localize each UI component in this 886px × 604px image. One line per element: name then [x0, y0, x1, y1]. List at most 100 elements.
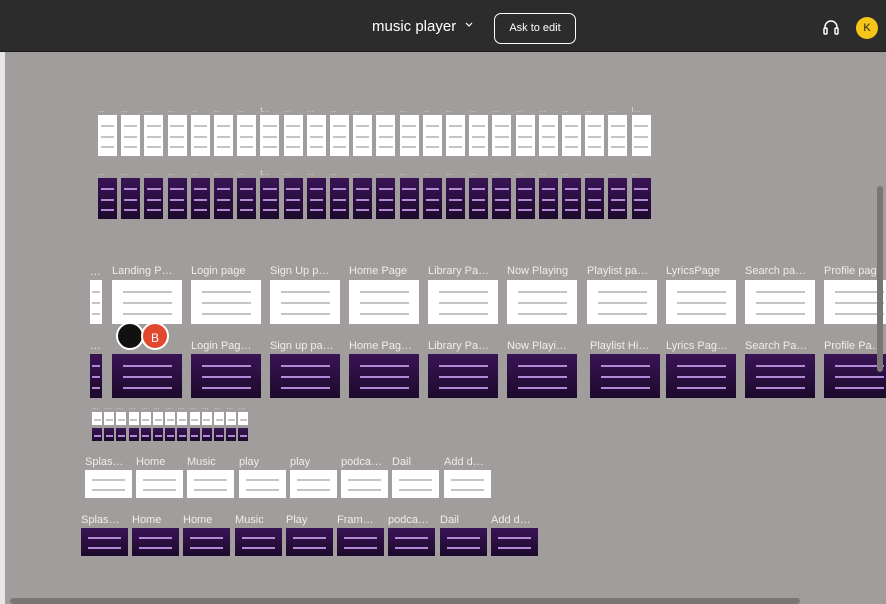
- frame-label[interactable]: …: [423, 170, 430, 177]
- small-grid-frame[interactable]: [140, 412, 151, 425]
- frame-label[interactable]: …: [469, 170, 476, 177]
- small-grid-frame[interactable]: [238, 412, 249, 425]
- frame-label[interactable]: Home: [132, 514, 161, 526]
- frame-label[interactable]: …: [168, 107, 175, 114]
- frame-label[interactable]: …: [516, 107, 523, 114]
- mobile-wireframe-frame[interactable]: [399, 115, 419, 156]
- desktop-dark-frame[interactable]: [349, 354, 419, 398]
- mobile-dark-frame[interactable]: [585, 178, 605, 219]
- frame-label[interactable]: …: [144, 107, 151, 114]
- frame-label[interactable]: …: [353, 107, 360, 114]
- frame-label[interactable]: …: [191, 170, 198, 177]
- frame-label[interactable]: …: [446, 107, 453, 114]
- mobile-wireframe-frame[interactable]: [515, 115, 535, 156]
- frame-label[interactable]: Sign up pa…: [270, 340, 334, 352]
- small-grid-frame[interactable]: [214, 412, 224, 425]
- mobile-wireframe-frame[interactable]: [631, 115, 651, 156]
- desktop-wireframe-frame[interactable]: [745, 280, 815, 324]
- mobile-dark-frame[interactable]: [237, 178, 257, 219]
- mobile-dark-frame[interactable]: [538, 178, 558, 219]
- mobile-dark-frame[interactable]: [283, 178, 303, 219]
- small-grid-frame[interactable]: [214, 428, 224, 441]
- frame-label[interactable]: …: [446, 170, 453, 177]
- frame-label[interactable]: I…: [632, 107, 641, 114]
- small-grid-frame[interactable]: [116, 428, 127, 441]
- car-dark-frame[interactable]: [440, 528, 487, 556]
- desktop-dark-frame[interactable]: [745, 354, 815, 398]
- frame-label[interactable]: …: [214, 170, 221, 177]
- mobile-dark-frame[interactable]: [422, 178, 442, 219]
- small-grid-frame[interactable]: [104, 412, 115, 425]
- mobile-dark-frame[interactable]: [376, 178, 396, 219]
- headphones-icon[interactable]: [822, 18, 840, 36]
- desktop-wireframe-frame[interactable]: [428, 280, 498, 324]
- ask-to-edit-button[interactable]: Ask to edit: [494, 13, 576, 44]
- desktop-dark-frame[interactable]: [112, 354, 182, 398]
- frame-label[interactable]: …: [585, 107, 592, 114]
- mobile-wireframe-frame[interactable]: [492, 115, 512, 156]
- frame-label[interactable]: …: [104, 404, 111, 411]
- mobile-dark-frame[interactable]: [353, 178, 373, 219]
- small-grid-frame[interactable]: [177, 428, 188, 441]
- mobile-wireframe-frame[interactable]: [353, 115, 373, 156]
- small-grid-frame[interactable]: [153, 412, 163, 425]
- frame-label[interactable]: …: [423, 107, 430, 114]
- frame-label[interactable]: podca…: [388, 514, 429, 526]
- frame-label[interactable]: …: [153, 404, 160, 411]
- mobile-dark-frame[interactable]: [167, 178, 187, 219]
- frame-label[interactable]: Add d…: [491, 514, 531, 526]
- frame-label[interactable]: …: [353, 170, 360, 177]
- frame-label[interactable]: Search Pa…: [745, 340, 807, 352]
- car-wireframe-frame[interactable]: [290, 470, 337, 498]
- small-grid-frame[interactable]: [177, 412, 188, 425]
- desktop-wireframe-frame[interactable]: [507, 280, 577, 324]
- mobile-dark-frame[interactable]: [98, 178, 117, 219]
- frame-label[interactable]: Library Pa…: [428, 340, 489, 352]
- user-avatar[interactable]: K: [856, 17, 878, 39]
- mobile-wireframe-frame[interactable]: [167, 115, 187, 156]
- frame-label[interactable]: Playlist pa…: [587, 265, 648, 277]
- car-dark-frame[interactable]: [183, 528, 230, 556]
- frame-label[interactable]: Login Pag…: [191, 340, 252, 352]
- frame-label[interactable]: …: [129, 404, 136, 411]
- small-grid-frame[interactable]: [128, 412, 139, 425]
- mobile-wireframe-frame[interactable]: [98, 115, 117, 156]
- mobile-wireframe-frame[interactable]: [376, 115, 396, 156]
- car-dark-frame[interactable]: [388, 528, 435, 556]
- frame-label[interactable]: …: [237, 170, 244, 177]
- frame-label[interactable]: …: [284, 170, 291, 177]
- frame-label[interactable]: …: [632, 170, 639, 177]
- car-dark-frame[interactable]: [337, 528, 384, 556]
- desktop-dark-frame[interactable]: [191, 354, 261, 398]
- car-dark-frame[interactable]: [235, 528, 282, 556]
- frame-label[interactable]: …: [191, 107, 198, 114]
- mobile-dark-frame[interactable]: [190, 178, 210, 219]
- frame-label[interactable]: Splas…: [81, 514, 120, 526]
- small-grid-frame[interactable]: [165, 428, 176, 441]
- mobile-wireframe-frame[interactable]: [190, 115, 210, 156]
- car-dark-frame[interactable]: [286, 528, 333, 556]
- mobile-dark-frame[interactable]: [144, 178, 164, 219]
- frame-label[interactable]: …: [400, 107, 407, 114]
- desktop-dark-frame[interactable]: [90, 354, 102, 398]
- desktop-dark-frame[interactable]: [507, 354, 577, 398]
- small-grid-frame[interactable]: [104, 428, 115, 441]
- frame-label[interactable]: Library Pa…: [428, 265, 489, 277]
- car-wireframe-frame[interactable]: [444, 470, 491, 498]
- frame-label[interactable]: Home Page: [349, 265, 407, 277]
- mobile-wireframe-frame[interactable]: [562, 115, 581, 156]
- frame-label[interactable]: Profile page: [824, 265, 883, 277]
- frame-label[interactable]: …: [330, 107, 337, 114]
- small-grid-frame[interactable]: [153, 428, 163, 441]
- frame-label[interactable]: Home: [136, 456, 165, 468]
- frame-label[interactable]: …: [214, 107, 221, 114]
- car-wireframe-frame[interactable]: [239, 470, 286, 498]
- frame-label[interactable]: Login page: [191, 265, 245, 277]
- small-grid-frame[interactable]: [189, 428, 200, 441]
- mobile-wireframe-frame[interactable]: [283, 115, 303, 156]
- car-wireframe-frame[interactable]: [85, 470, 132, 498]
- frame-label[interactable]: Sign Up p…: [270, 265, 329, 277]
- frame-label[interactable]: Music: [235, 514, 264, 526]
- small-grid-frame[interactable]: [189, 412, 200, 425]
- frame-label[interactable]: …: [330, 170, 337, 177]
